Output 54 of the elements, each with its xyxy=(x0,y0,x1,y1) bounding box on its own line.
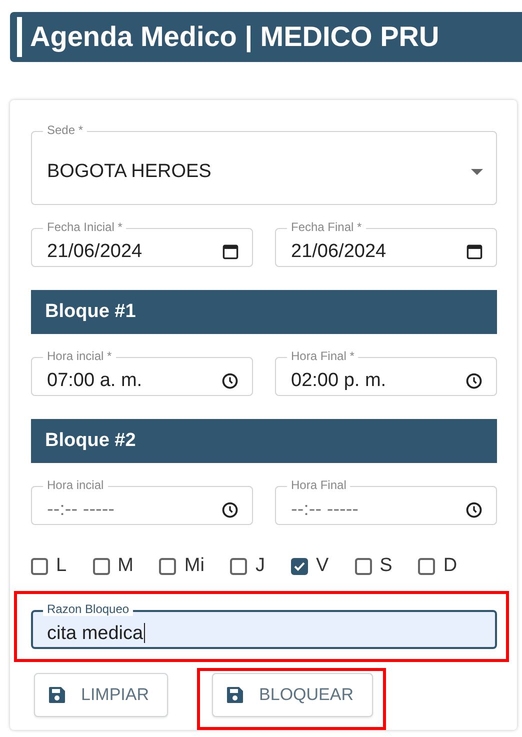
field-label: Hora Final xyxy=(287,478,350,492)
field-value: 21/06/2024 xyxy=(47,240,144,262)
checkbox[interactable] xyxy=(230,558,248,574)
date-field[interactable]: Fecha Final * 21/06/2024 xyxy=(275,220,497,267)
section-title: Bloque #1 xyxy=(45,301,136,323)
calendar-icon[interactable] xyxy=(466,243,483,260)
field-label: Razon Bloqueo xyxy=(43,602,134,616)
field-value: 02:00 p. m. xyxy=(291,370,388,392)
day-checkbox[interactable]: Mi xyxy=(159,555,204,577)
day-checkbox[interactable]: D xyxy=(418,555,458,577)
section-title: Bloque #2 xyxy=(45,430,136,452)
field-value: cita medica xyxy=(47,622,146,644)
select-field[interactable]: Sede * BOGOTA HEROES xyxy=(31,123,497,205)
day-checkbox[interactable]: S xyxy=(354,555,392,577)
clock-icon[interactable] xyxy=(221,372,239,390)
field-value: 21/06/2024 xyxy=(291,240,388,262)
field-value: 07:00 a. m. xyxy=(47,370,144,392)
dropdown-icon[interactable] xyxy=(471,169,483,175)
day-checkbox[interactable]: M xyxy=(92,555,134,577)
checkbox[interactable] xyxy=(418,558,436,574)
save-icon xyxy=(47,685,67,705)
time-field[interactable]: Hora incial * 07:00 a. m. xyxy=(31,349,253,396)
date-field[interactable]: Fecha Inicial * 21/06/2024 xyxy=(31,220,253,267)
time-field[interactable]: Hora Final * 02:00 p. m. xyxy=(275,349,497,396)
time-field[interactable]: Hora incial --:-- ----- xyxy=(31,478,253,525)
header-accent xyxy=(17,17,22,57)
checkbox[interactable] xyxy=(31,558,48,574)
check-icon xyxy=(294,562,305,570)
checkbox[interactable] xyxy=(354,558,372,574)
reason-field[interactable]: Razon Bloqueo cita medica xyxy=(31,602,497,649)
calendar-icon[interactable] xyxy=(222,243,239,260)
clock-icon[interactable] xyxy=(465,500,483,518)
day-checkbox[interactable]: V xyxy=(290,555,329,577)
field-value: BOGOTA HEROES xyxy=(47,161,212,183)
time-field[interactable]: Hora Final --:-- ----- xyxy=(275,478,497,525)
field-placeholder: --:-- ----- xyxy=(291,498,360,520)
checkbox[interactable] xyxy=(290,558,308,574)
action-button[interactable]: LIMPIAR xyxy=(34,673,168,717)
action-button[interactable]: BLOQUEAR xyxy=(212,673,373,717)
checkbox[interactable] xyxy=(159,558,176,574)
day-checkbox[interactable]: L xyxy=(31,555,67,577)
field-label: Hora Final * xyxy=(287,349,358,363)
field-label: Fecha Final * xyxy=(287,220,366,234)
field-label: Fecha Inicial * xyxy=(43,220,126,234)
save-icon xyxy=(225,685,246,705)
field-label: Hora incial xyxy=(43,478,108,492)
checkbox[interactable] xyxy=(92,558,110,574)
field-label: Hora incial * xyxy=(43,349,116,363)
clock-icon[interactable] xyxy=(465,372,483,390)
field-placeholder: --:-- ----- xyxy=(47,498,116,520)
field-label: Sede * xyxy=(43,123,88,137)
clock-icon[interactable] xyxy=(221,500,239,518)
day-checkbox[interactable]: J xyxy=(230,555,265,577)
page-title: Agenda Medico | MEDICO PRU xyxy=(30,21,440,53)
